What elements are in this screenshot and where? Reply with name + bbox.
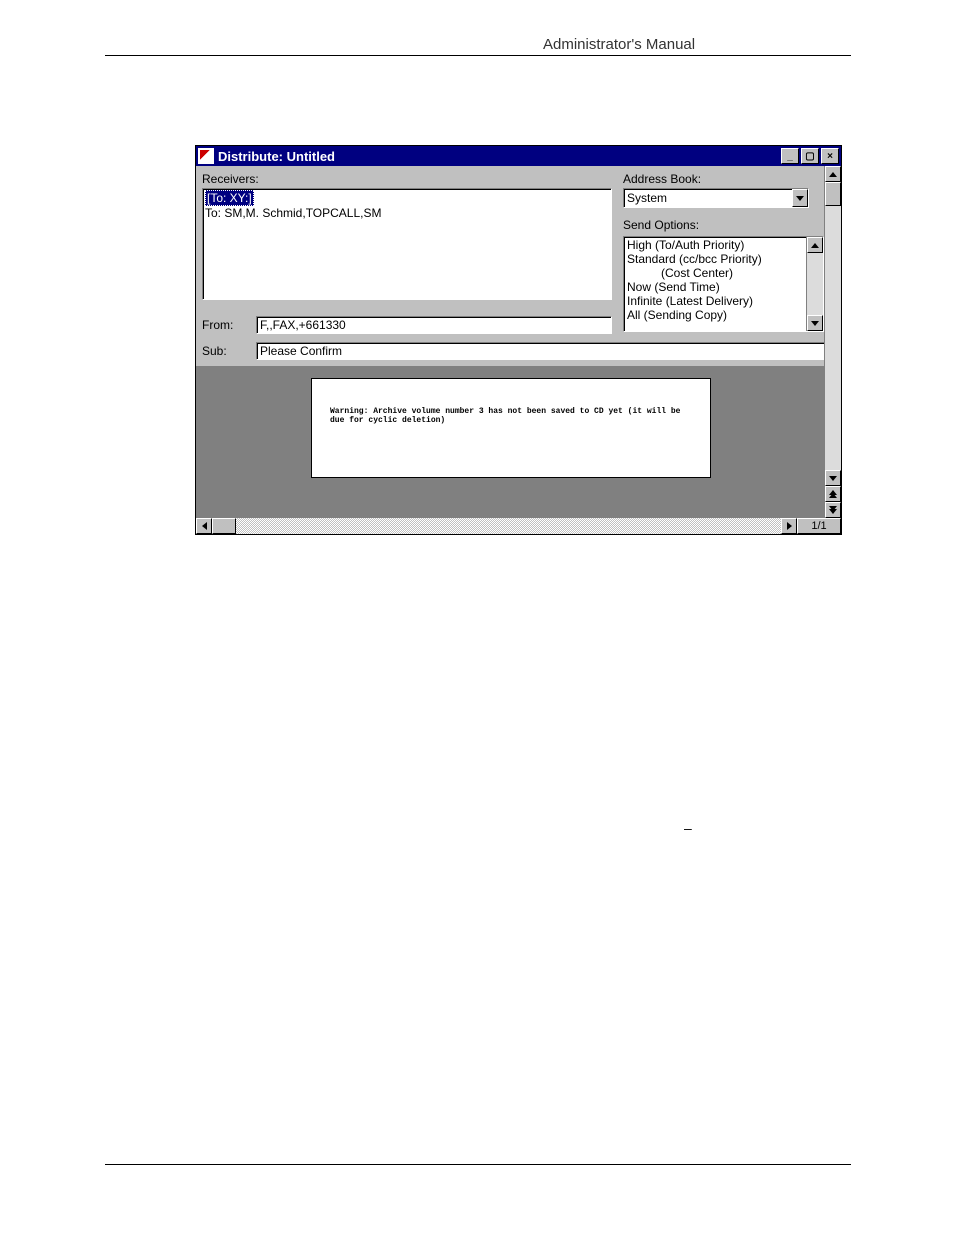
receivers-label: Receivers:: [202, 172, 259, 186]
send-options-list[interactable]: High (To/Auth Priority) Standard (cc/bcc…: [623, 236, 824, 332]
stray-dash: –: [684, 820, 692, 836]
scroll-thumb[interactable]: [825, 182, 841, 206]
scroll-up-button[interactable]: [825, 166, 841, 182]
send-option[interactable]: High (To/Auth Priority): [627, 238, 820, 252]
chevron-down-icon: [796, 196, 804, 201]
scroll-track[interactable]: [807, 253, 823, 315]
page-down-button[interactable]: [825, 502, 841, 518]
footer-rule: [105, 1164, 851, 1165]
chevron-left-icon: [202, 522, 207, 530]
from-input[interactable]: [256, 316, 612, 334]
close-button[interactable]: ×: [821, 148, 839, 164]
address-book-combo[interactable]: System: [623, 188, 809, 208]
scroll-track[interactable]: [236, 518, 781, 534]
send-option[interactable]: (Cost Center): [627, 266, 820, 280]
distribute-window: Distribute: Untitled _ ▢ × Receivers: [T…: [195, 145, 842, 535]
titlebar[interactable]: Distribute: Untitled _ ▢ ×: [196, 146, 841, 166]
preview-page: Warning: Archive volume number 3 has not…: [311, 378, 711, 478]
header-rule: [105, 55, 851, 56]
app-icon: [198, 148, 214, 164]
window-hscrollbar[interactable]: 1/1: [196, 518, 841, 534]
send-option[interactable]: Now (Send Time): [627, 280, 820, 294]
send-option[interactable]: Standard (cc/bcc Priority): [627, 252, 820, 266]
page-indicator: 1/1: [797, 518, 841, 534]
document-preview: Warning: Archive volume number 3 has not…: [196, 366, 825, 518]
chevron-down-icon: [811, 321, 819, 326]
address-book-dropdown-button[interactable]: [792, 189, 808, 207]
address-book-label: Address Book:: [623, 172, 701, 186]
scroll-down-button[interactable]: [807, 315, 823, 331]
page-up-button[interactable]: [825, 486, 841, 502]
chevron-right-icon: [787, 522, 792, 530]
from-label: From:: [202, 318, 233, 332]
scroll-right-button[interactable]: [781, 518, 797, 534]
page-header: Administrator's Manual: [543, 36, 695, 53]
scroll-up-button[interactable]: [807, 237, 823, 253]
send-options-scrollbar[interactable]: [806, 237, 823, 331]
preview-nav: [825, 366, 841, 518]
window-title: Distribute: Untitled: [218, 149, 335, 164]
send-option[interactable]: Infinite (Latest Delivery): [627, 294, 820, 308]
sub-input[interactable]: [256, 342, 826, 360]
chevron-down-icon: [829, 476, 837, 481]
receiver-selected[interactable]: [To: XY:]: [205, 190, 254, 206]
chevron-up-icon: [829, 172, 837, 177]
scroll-thumb[interactable]: [212, 518, 236, 534]
send-options-label: Send Options:: [623, 218, 699, 232]
scroll-down-button[interactable]: [825, 470, 841, 486]
send-option[interactable]: All (Sending Copy): [627, 308, 820, 322]
receiver-line[interactable]: To: SM,M. Schmid,TOPCALL,SM: [205, 206, 382, 220]
sub-label: Sub:: [202, 344, 227, 358]
client-area: Receivers: [To: XY:] To: SM,M. Schmid,TO…: [196, 166, 841, 534]
preview-text: Warning: Archive volume number 3 has not…: [330, 407, 680, 425]
minimize-button[interactable]: _: [781, 148, 799, 164]
scroll-left-button[interactable]: [196, 518, 212, 534]
receivers-list[interactable]: [To: XY:] To: SM,M. Schmid,TOPCALL,SM: [202, 188, 612, 300]
maximize-button[interactable]: ▢: [801, 148, 819, 164]
address-book-value: System: [624, 191, 792, 205]
chevron-up-icon: [811, 243, 819, 248]
